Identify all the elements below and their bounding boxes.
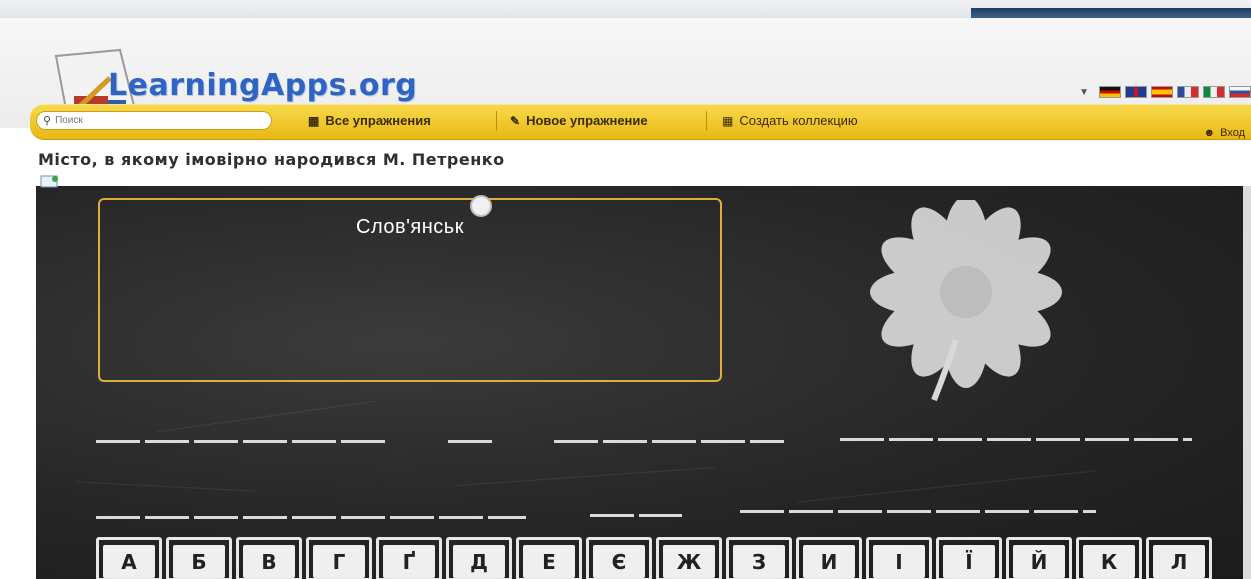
create-collection-label: Создать коллекцию [739,113,858,128]
letter-tile[interactable]: К [1076,537,1142,579]
page: LearningApps.org ▼ ⚲ Поиск ▦ Все упражне… [0,0,1251,579]
letter-tile-label: З [733,545,785,578]
letter-tile[interactable]: Є [586,537,652,579]
flag-it-icon[interactable] [1203,86,1225,98]
chalk-scratch [456,466,716,487]
flag-fr-icon[interactable] [1177,86,1199,98]
word-blank [554,440,784,443]
letter-tile[interactable]: І [866,537,932,579]
collection-icon: ▦ [722,113,734,128]
letter-tile[interactable]: Ж [656,537,722,579]
letter-tiles: А Б В Г Ґ Д Е Є Ж З И І Ї Й К Л [96,537,1212,579]
grid-icon: ▦ [308,113,320,128]
all-exercises-label: Все упражнения [325,113,431,128]
flag-es-icon[interactable] [1151,86,1173,98]
flower-drawing [870,200,1062,402]
new-exercise-link[interactable]: ✎ Новое упражнение [510,113,648,128]
chevron-down-icon[interactable]: ▼ [1079,87,1089,98]
login-link[interactable]: ☻ Вход [1204,127,1245,139]
create-collection-link[interactable]: ▦ Создать коллекцию [722,113,858,128]
answer-text: Слов'янськ [356,216,464,238]
letter-tile[interactable]: Г [306,537,372,579]
letter-tile-label: И [803,545,855,578]
word-blank [840,438,1192,441]
search-placeholder: Поиск [55,115,83,126]
all-exercises-link[interactable]: ▦ Все упражнения [308,113,431,128]
language-selector[interactable]: ▼ [1079,86,1251,98]
answer-frame: Слов'янськ [98,195,722,382]
new-exercise-label: Новое упражнение [526,113,648,128]
letter-tile-label: І [873,545,925,578]
letter-tile-label: К [1083,545,1135,578]
fullscreen-icon[interactable] [40,175,60,189]
flag-ru-icon[interactable] [1229,86,1251,98]
login-label: Вход [1220,127,1245,139]
site-logo[interactable]: LearningApps.org [108,68,417,103]
letter-tile[interactable]: А [96,537,162,579]
word-blank [740,510,1096,513]
letter-tile-label: Є [593,545,645,578]
letter-tile-label: В [243,545,295,578]
letter-tile-label: Ж [663,545,715,578]
letter-tile[interactable]: Ї [936,537,1002,579]
toolbar-divider [496,111,497,131]
letter-tile-label: Д [453,545,505,578]
chalk-scratch [157,400,375,433]
letter-tile[interactable]: Б [166,537,232,579]
user-icon: ☻ [1203,127,1216,139]
word-blank [590,514,682,517]
letter-tile-label: Л [1153,545,1205,578]
flag-en-icon[interactable] [1125,86,1147,98]
pencil-icon: ✎ [510,113,521,128]
letter-tile-label: Б [173,545,225,578]
word-blank [96,516,526,519]
search-input[interactable]: ⚲ Поиск [36,111,272,130]
exercise-title: Місто, в якому імовірно народився М. Пет… [38,150,505,169]
letter-tile-label: Е [523,545,575,578]
letter-tile[interactable]: Ґ [376,537,442,579]
chalkboard-area: Слов'янськ А Б В Г Ґ Д Е Є Ж З И І Ї Й К… [36,186,1246,579]
letter-tile-label: Й [1013,545,1065,578]
letter-tile[interactable]: З [726,537,792,579]
main-toolbar: ⚲ Поиск ▦ Все упражнения ✎ Новое упражне… [30,104,1251,140]
word-blank [448,440,492,443]
search-icon: ⚲ [43,115,52,127]
letter-tile[interactable]: В [236,537,302,579]
frame-pin-icon [470,195,492,217]
letter-tile[interactable]: Л [1146,537,1212,579]
letter-tile-label: Г [313,545,365,578]
letter-tile[interactable]: Й [1006,537,1072,579]
letter-tile-label: Ї [943,545,995,578]
letter-tile-label: Ґ [383,545,435,578]
word-blank [96,440,388,443]
toolbar-divider [706,111,707,131]
chalk-scratch [76,481,256,492]
chalk-scratch [796,470,1096,503]
flag-de-icon[interactable] [1099,86,1121,98]
board-edge [1243,186,1251,579]
letter-tile[interactable]: Е [516,537,582,579]
letter-tile-label: А [103,545,155,578]
letter-tile[interactable]: И [796,537,862,579]
letter-tile[interactable]: Д [446,537,512,579]
